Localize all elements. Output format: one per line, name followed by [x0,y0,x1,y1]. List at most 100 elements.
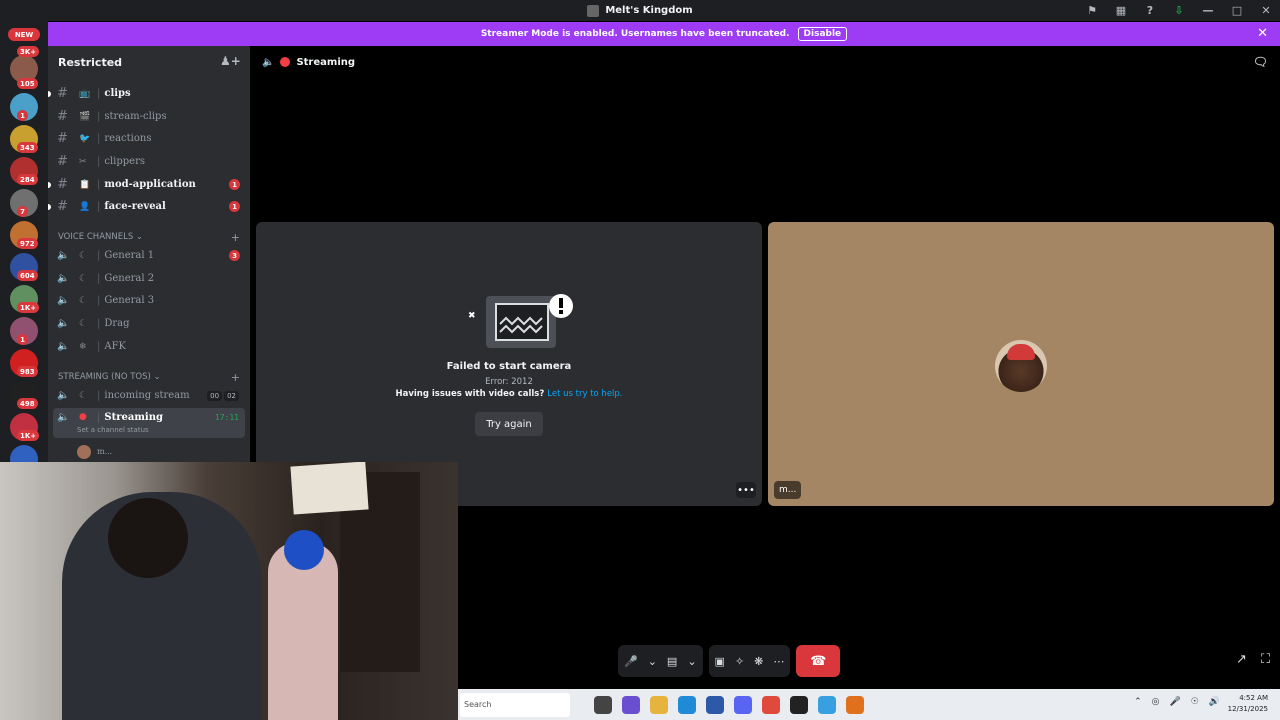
person-streamer-head [108,498,188,578]
speaker-icon: 🔈 [57,341,70,352]
broken-camera-icon: ✖ [468,294,573,348]
chevron-down-icon: ⌄ [150,372,161,382]
voice-category-header[interactable]: VOICE CHANNELS ⌄ + [58,230,240,244]
video-tile-user[interactable]: m... [768,222,1274,506]
speaker-icon: 🔈 [57,390,70,401]
mention-badge: 1 [229,201,240,212]
channel-reactions[interactable]: # 🐦 | reactions [53,128,245,149]
inbox-icon[interactable]: ▦ [1115,4,1127,17]
channel-label: clips [104,88,131,99]
more-icon[interactable]: ⋯ [773,655,784,668]
user-limit-counter: 00 02 [207,390,239,401]
channel-clippers[interactable]: # ✂ | clippers [53,151,245,172]
voice-channel-general-3[interactable]: 🔈 ☾ | General 3 [53,290,245,311]
popout-icon[interactable]: ↗ [1236,652,1247,667]
try-again-button[interactable]: Try again [475,412,543,436]
invite-icon[interactable]: ♟+ [220,54,241,70]
camera-off-icon[interactable]: ▤ [667,655,677,668]
taskbar-search[interactable]: Search [460,692,570,717]
voice-member[interactable]: m... [53,441,245,462]
activities-icon[interactable]: ✧ [735,655,744,668]
call-timer: 17:11 [214,413,239,422]
channel-emoji: 📺 [79,88,91,99]
voice-channel-streaming[interactable]: 🔈 ● | Streaming 17:11 Set a channel stat… [53,408,245,438]
maximize-icon[interactable]: □ [1231,4,1243,17]
channel-emoji: ☾ [79,390,88,401]
user-name-tag: m... [774,481,802,499]
activity-group: ▣ ✧ ❋ ⋯ [708,645,791,677]
channel-clips[interactable]: # 📺 | clips [48,83,245,104]
help-line: Having issues with video calls? Let us t… [256,389,762,399]
wifi-icon[interactable]: ☉ [1191,697,1199,707]
app-icon[interactable] [790,695,808,714]
server-header[interactable]: Restricted ♟+ [48,46,250,78]
category-label: STREAMING (NO TOS) [58,372,151,382]
banner-text: Streamer Mode is enabled. Usernames have… [480,29,790,39]
channel-label: stream-clips [104,111,167,122]
end-call-button[interactable]: ☎ [796,645,841,677]
server-badge: 105 [17,78,38,89]
disable-streamer-mode-button[interactable]: Disable [797,27,848,41]
threads-icon[interactable]: ⚑ [1086,4,1098,17]
channel-face-reveal[interactable]: # 👤 | face-reveal 1 [48,196,245,217]
mention-badge: 3 [229,250,240,261]
voice-channel-general-1[interactable]: 🔈 ☾ | General 1 3 [53,245,245,266]
channel-mod-application[interactable]: # 📋 | mod-application 1 [48,174,245,195]
avatar [77,444,91,459]
soundboard-icon[interactable]: ❋ [754,655,763,668]
chrome-icon[interactable] [762,695,780,714]
store-icon[interactable] [706,695,724,714]
taskbar-clock[interactable]: 4:52 AM 12/31/2025 [1228,693,1268,715]
microphone-icon[interactable]: 🎤 [1169,697,1180,707]
channel-label: incoming stream [104,390,190,401]
network-icon[interactable]: ◎ [1152,697,1160,707]
add-channel-icon[interactable]: + [231,231,240,244]
discord-icon[interactable] [734,695,752,714]
app-icon[interactable] [846,695,864,714]
help-icon[interactable]: ? [1144,4,1156,17]
help-link[interactable]: Let us try to help. [547,389,622,399]
task-view-icon[interactable] [594,695,612,714]
more-options-button[interactable]: ••• [736,482,756,498]
channel-label: Drag [104,318,130,329]
separator: | [97,179,101,190]
chevron-up-icon[interactable]: ⌃ [1134,697,1142,707]
minimize-icon[interactable]: — [1202,4,1214,17]
system-tray: ⌃ ◎ 🎤 ☉ 🔊 [1134,697,1220,707]
speaker-connected-icon: 🔈 [57,412,70,423]
speaker-icon: 🔈 [57,318,70,329]
speaker-icon: 🔈 [57,273,70,284]
edge-icon[interactable] [678,695,696,714]
app-icon[interactable] [818,695,836,714]
separator: | [97,341,101,352]
channel-sidebar: Restricted ♟+ # 📺 | clips # 🎬 | stream-c… [48,46,250,466]
volume-icon[interactable]: 🔊 [1209,697,1220,707]
add-channel-icon[interactable]: + [231,371,240,384]
chevron-down-icon[interactable]: ⌄ [687,655,696,668]
separator: | [97,133,101,144]
server-rail: NEW 3K+ 105 1 343 284 7 972 604 1K+ 1 98… [0,21,48,473]
voice-channel-general-2[interactable]: 🔈 ☾ | General 2 [53,268,245,289]
separator: | [97,318,101,329]
voice-channel-incoming-stream[interactable]: 🔈 ☾ | incoming stream 00 02 [53,385,245,406]
microphone-icon[interactable]: 🎤 [624,655,638,668]
channel-stream-clips[interactable]: # 🎬 | stream-clips [53,106,245,127]
hash-icon: # [57,154,68,169]
screen-share-icon[interactable]: ▣ [715,655,725,668]
file-explorer-icon[interactable] [650,695,668,714]
streaming-category-header[interactable]: STREAMING (NO TOS) ⌄ + [58,370,240,384]
copilot-icon[interactable] [622,695,640,714]
voice-channel-afk[interactable]: 🔈 ❄ | AFK [53,336,245,357]
voice-channel-drag[interactable]: 🔈 ☾ | Drag [53,313,245,334]
error-code: Error: 2012 [485,377,533,387]
set-channel-status[interactable]: Set a channel status [77,426,149,434]
chevron-down-icon[interactable]: ⌄ [648,655,657,668]
close-banner-icon[interactable]: ✕ [1257,26,1268,41]
chat-bubble-icon[interactable]: 🗨 [1253,55,1268,69]
download-icon[interactable]: ⇩ [1173,4,1185,17]
close-window-icon[interactable]: ✕ [1260,4,1272,17]
help-text: Having issues with video calls? [395,389,545,399]
fullscreen-icon[interactable]: ⛶ [1261,652,1270,667]
channel-label: General 1 [104,250,155,261]
call-channel-title: Streaming [296,56,356,68]
